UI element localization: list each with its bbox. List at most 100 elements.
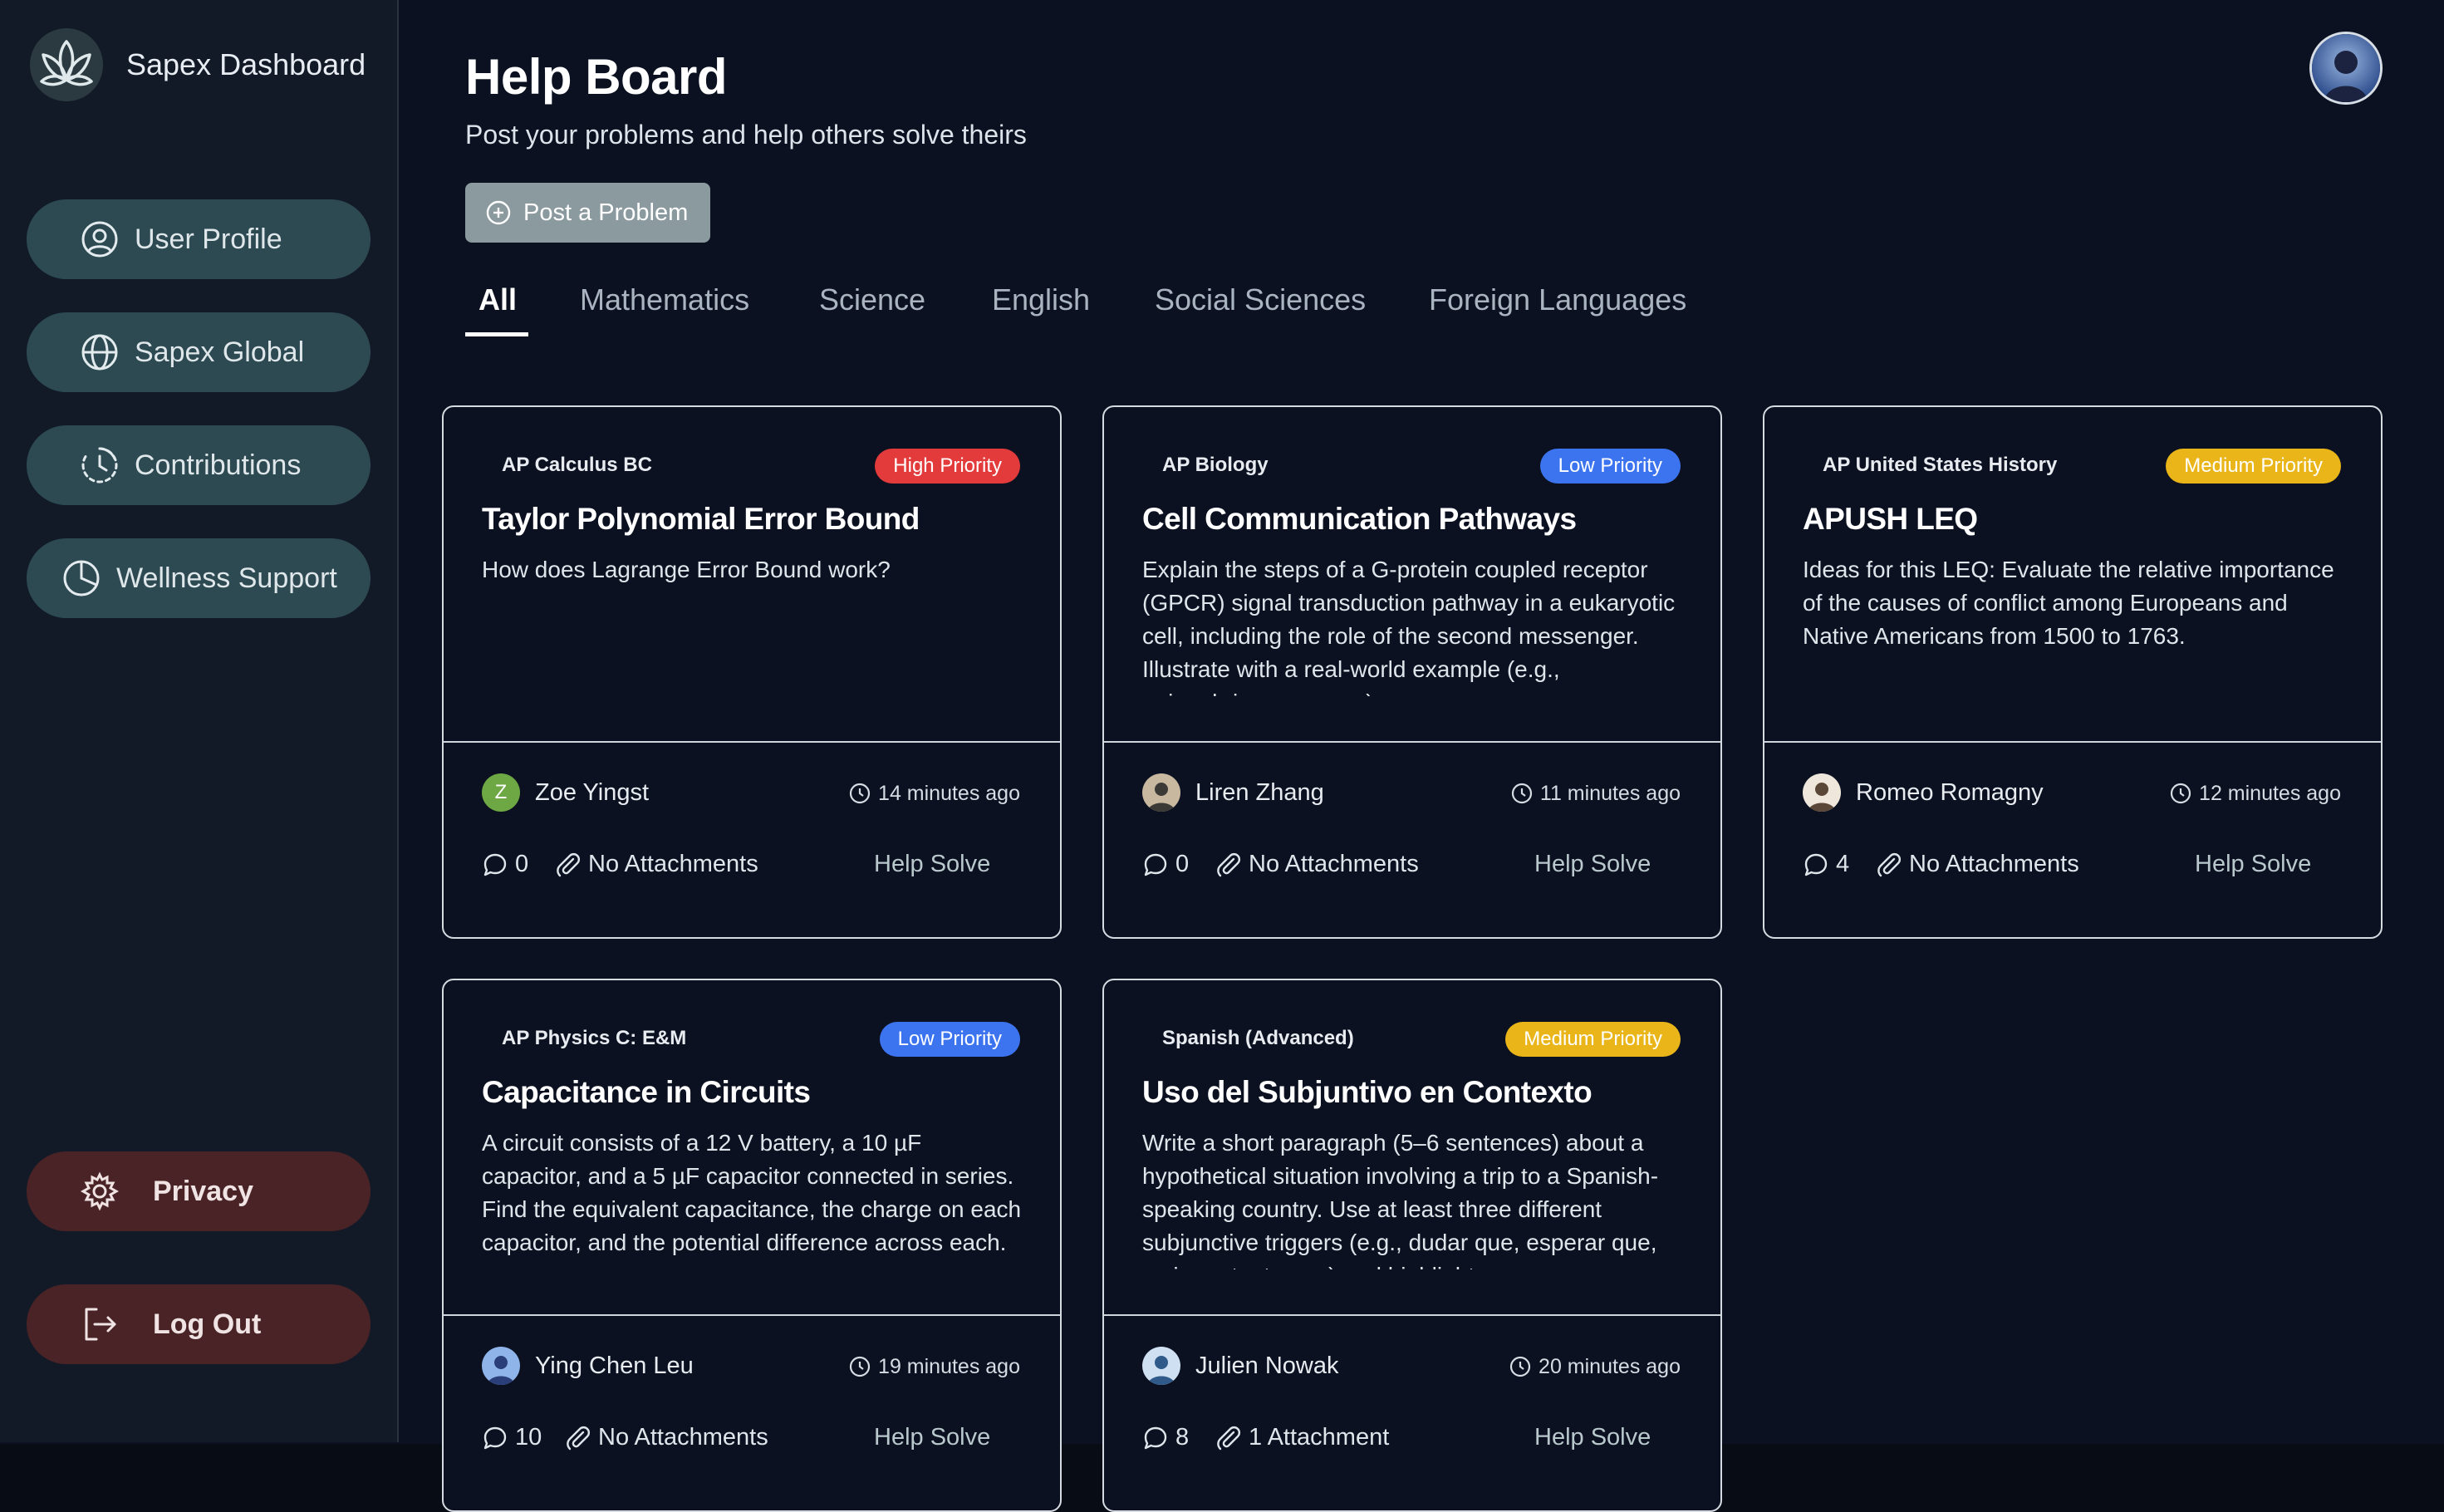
nav-contributions[interactable]: Contributions <box>27 425 371 505</box>
paperclip-icon <box>1877 852 1902 876</box>
plus-circle-icon <box>486 200 511 225</box>
sidebar: Sapex Dashboard User Profile Sapex Globa… <box>0 0 399 1442</box>
author-name: Liren Zhang <box>1195 778 1324 806</box>
attachments-text: 1 Attachment <box>1249 1424 1390 1451</box>
card-divider <box>444 1314 1060 1316</box>
nav-log-out[interactable]: Log Out <box>27 1284 371 1364</box>
nav-log-out-label: Log Out <box>153 1308 262 1340</box>
comments-count[interactable]: 0 <box>482 851 528 878</box>
brand[interactable]: Sapex Dashboard <box>28 23 366 106</box>
clock-icon <box>1511 783 1533 804</box>
priority-badge: High Priority <box>875 449 1020 484</box>
card-body: How does Lagrange Error Bound work? <box>482 557 891 582</box>
card-time: 19 minutes ago <box>848 1352 1020 1381</box>
tab-foreign-languages[interactable]: Foreign Languages <box>1429 282 1686 317</box>
card-divider <box>1104 1314 1720 1316</box>
attachments-info: No Attachments <box>1876 851 2079 878</box>
card-footer: 4 No Attachments Help Solve <box>1803 846 2343 886</box>
comments-text: 4 <box>1836 851 1850 877</box>
attachments-text: No Attachments <box>598 1424 768 1451</box>
tab-science[interactable]: Science <box>819 282 925 317</box>
attachments-info: 1 Attachment <box>1215 1424 1389 1451</box>
comments-text: 0 <box>1175 851 1190 877</box>
tab-english[interactable]: English <box>992 282 1090 317</box>
card-author[interactable]: Romeo Romagny <box>1803 773 2044 812</box>
page-subtitle: Post your problems and help others solve… <box>465 120 1027 150</box>
card-course: Spanish (Advanced) <box>1162 1027 1354 1049</box>
card-body: Ideas for this LEQ: Evaluate the relativ… <box>1803 557 2334 649</box>
comments-count[interactable]: 4 <box>1803 851 1849 878</box>
card-title: Cell Communication Pathways <box>1142 502 1577 536</box>
comment-icon <box>1144 1426 1167 1449</box>
card-author[interactable]: Z Zoe Yingst <box>482 773 649 812</box>
comment-icon <box>483 853 507 876</box>
problem-card-2[interactable]: AP Biology Low Priority Cell Communicati… <box>1102 405 1722 939</box>
author-name: Zoe Yingst <box>535 778 650 806</box>
priority-badge: Medium Priority <box>2166 449 2341 484</box>
card-footer: 0 No Attachments Help Solve <box>482 846 1022 886</box>
author-name: Romeo Romagny <box>1856 778 2044 806</box>
leaf-logo-icon <box>30 28 103 101</box>
brand-name: Sapex Dashboard <box>126 47 366 81</box>
comments-count[interactable]: 8 <box>1142 1424 1189 1451</box>
time-text: 12 minutes ago <box>2199 781 2341 805</box>
nav-user-profile-label: User Profile <box>135 223 282 255</box>
avatar-image <box>2312 34 2380 102</box>
card-footer: 10 No Attachments Help Solve <box>482 1419 1022 1459</box>
card-title: Taylor Polynomial Error Bound <box>482 502 920 536</box>
author-initial-avatar: Z <box>482 773 520 812</box>
nav-sapex-global[interactable]: Sapex Global <box>27 312 371 392</box>
card-course: AP Physics C: E&M <box>502 1027 687 1049</box>
time-text: 20 minutes ago <box>1539 1354 1681 1378</box>
help-solve-link[interactable]: Help Solve <box>874 1424 990 1451</box>
user-avatar[interactable] <box>2309 32 2383 105</box>
card-author[interactable]: Liren Zhang <box>1142 773 1324 812</box>
app-root: Sapex Dashboard User Profile Sapex Globa… <box>0 0 2444 1512</box>
tab-social-sciences[interactable]: Social Sciences <box>1155 282 1366 317</box>
post-problem-label: Post a Problem <box>523 199 689 226</box>
tab-all[interactable]: All <box>478 282 517 317</box>
problem-card-4[interactable]: AP Physics C: E&M Low Priority Capacitan… <box>442 979 1062 1512</box>
attachments-text: No Attachments <box>1249 851 1419 877</box>
nav-user-profile[interactable]: User Profile <box>27 199 371 279</box>
comments-count[interactable]: 0 <box>1142 851 1189 878</box>
priority-badge: Low Priority <box>1539 449 1681 484</box>
problem-card-1[interactable]: AP Calculus BC High Priority Taylor Poly… <box>442 405 1062 939</box>
tab-mathematics[interactable]: Mathematics <box>580 282 749 317</box>
card-time: 14 minutes ago <box>848 779 1020 808</box>
card-title: APUSH LEQ <box>1803 502 1978 536</box>
card-body: A circuit consists of a 12 V battery, a … <box>482 1130 1022 1255</box>
card-author[interactable]: Julien Nowak <box>1142 1346 1338 1386</box>
help-solve-link[interactable]: Help Solve <box>1534 1424 1651 1451</box>
priority-badge: Low Priority <box>879 1022 1020 1057</box>
nav-privacy[interactable]: Privacy <box>27 1151 371 1231</box>
comments-count[interactable]: 10 <box>482 1424 542 1451</box>
problem-card-3[interactable]: AP United States History Medium Priority… <box>1763 405 2383 939</box>
card-body: Explain the steps of a G-protein coupled… <box>1142 557 1676 696</box>
nav-sapex-global-label: Sapex Global <box>135 336 305 368</box>
comment-icon <box>483 1426 507 1449</box>
card-body: Write a short paragraph (5–6 sentences) … <box>1142 1130 1659 1269</box>
problem-card-5[interactable]: Spanish (Advanced) Medium Priority Uso d… <box>1102 979 1722 1512</box>
card-title: Capacitance in Circuits <box>482 1075 811 1109</box>
nav-wellness-support[interactable]: Wellness Support <box>27 538 371 618</box>
clock-icon <box>849 1356 871 1377</box>
card-divider <box>444 741 1060 743</box>
page-title: Help Board <box>465 49 728 105</box>
card-divider <box>1764 741 2381 743</box>
card-divider <box>1104 741 1720 743</box>
help-solve-link[interactable]: Help Solve <box>1534 851 1651 878</box>
help-solve-link[interactable]: Help Solve <box>2195 851 2311 878</box>
globe-icon <box>81 334 118 371</box>
post-problem-button[interactable]: Post a Problem <box>465 183 710 243</box>
nav-wellness-support-label: Wellness Support <box>116 562 337 594</box>
time-text: 14 minutes ago <box>878 781 1020 805</box>
attachments-info: No Attachments <box>555 851 758 878</box>
history-icon <box>81 447 118 484</box>
help-solve-link[interactable]: Help Solve <box>874 851 990 878</box>
paperclip-icon <box>567 1426 591 1450</box>
attachments-text: No Attachments <box>588 851 758 877</box>
card-author[interactable]: Ying Chen Leu <box>482 1346 694 1386</box>
comment-icon <box>1804 853 1828 876</box>
paperclip-icon <box>1217 1426 1241 1450</box>
